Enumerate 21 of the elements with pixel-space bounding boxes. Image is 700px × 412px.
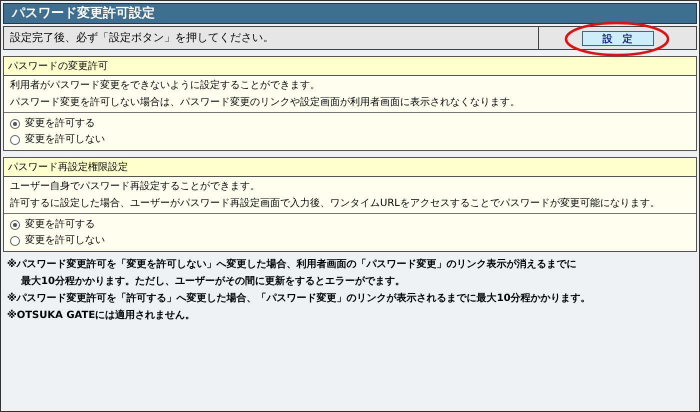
option-label: 変更を許可しない	[25, 133, 105, 146]
note-text: ※OTSUKA GATEには適用されません。	[7, 309, 196, 322]
option-label: 変更を許可しない	[25, 234, 105, 247]
section-heading: パスワードの変更許可	[4, 57, 696, 76]
option-label: 変更を許可する	[25, 117, 95, 130]
radio-button[interactable]	[10, 220, 20, 230]
radio-button[interactable]	[10, 236, 20, 246]
section-heading: パスワード再設定権限設定	[4, 158, 696, 177]
note-text: ※パスワード変更許可を「変更を許可しない」へ変更した場合、利用者画面の「パスワード変更」のリンク表示が消えるまでに	[7, 258, 578, 271]
radio-button[interactable]	[10, 134, 20, 144]
instruction-text: 設定完了後、必ず「設定ボタン」を押してください。	[4, 27, 539, 49]
description-text: 許可するに設定した場合、ユーザーがパスワード再設定画面で入力後、ワンタイムURLをアクセスすることでパスワードが変更可能になります。	[10, 197, 661, 210]
description-text: ユーザー自身でパスワード再設定することができます。	[10, 180, 261, 193]
description-text: 利用者がパスワード変更をできないように設定することができます。	[10, 79, 321, 92]
radio-button[interactable]	[10, 118, 20, 128]
window-title: パスワード変更許可設定	[3, 3, 697, 24]
note-text: ※パスワード変更許可を「許可する」へ変更した場合、「パスワード変更」のリンクが表示されるまでに最大10分程かかります。	[7, 292, 592, 305]
save-button[interactable]: 設 定	[582, 30, 654, 46]
note-text: 最大10分程かかります。ただし、ユーザーがその間に更新をするとエラーがでます。	[20, 275, 406, 288]
option-label: 変更を許可する	[25, 218, 95, 231]
description-text: パスワード変更を許可しない場合は、パスワード変更のリンクや設定画面が利用者画面に表示されなくなります。	[10, 96, 521, 109]
